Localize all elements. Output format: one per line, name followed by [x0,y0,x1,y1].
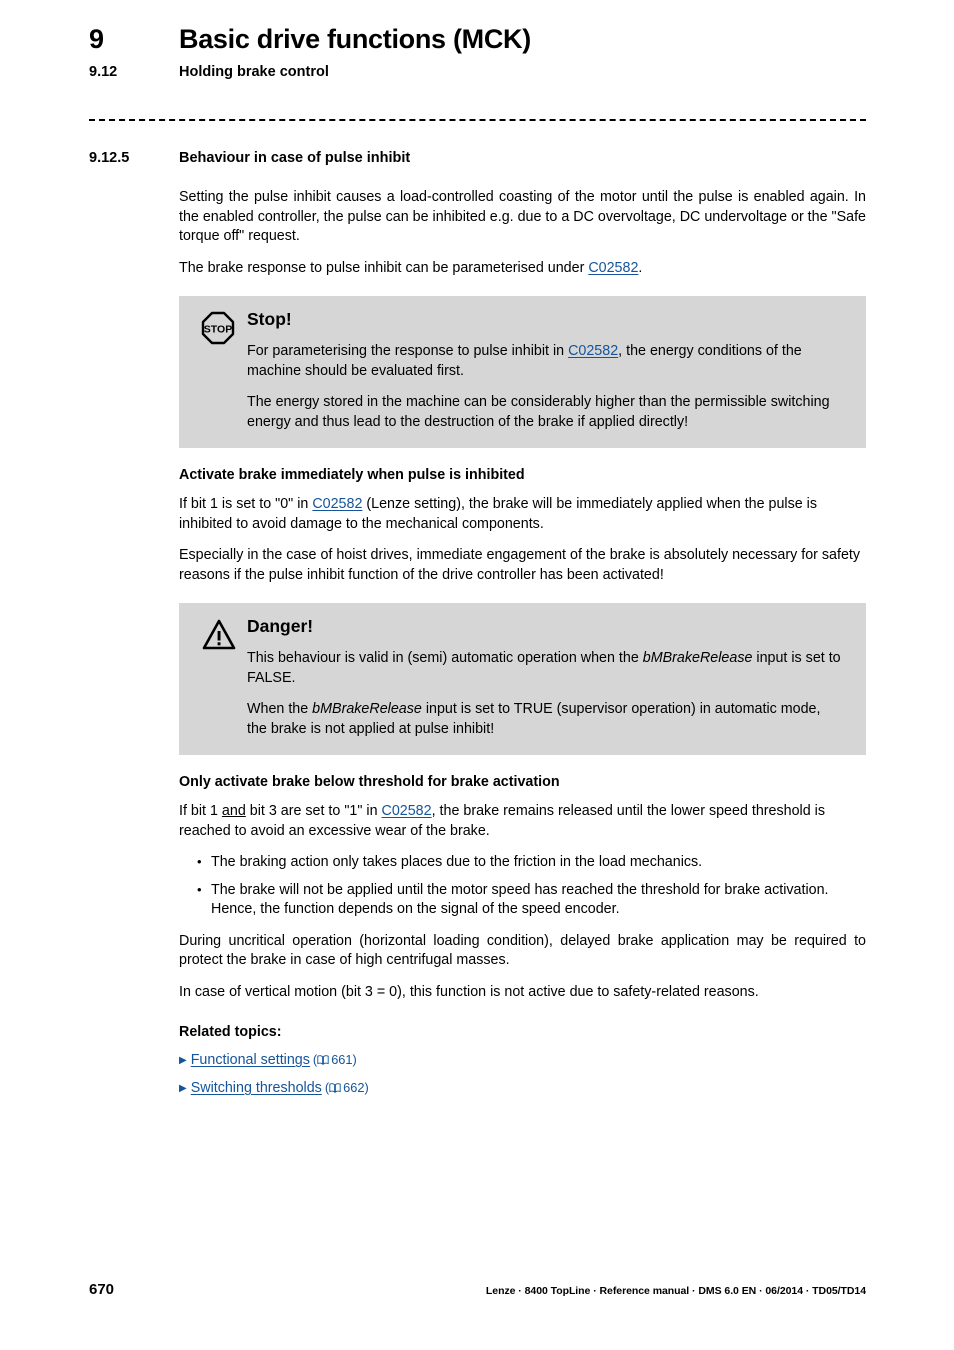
triangle-bullet-icon: ▶ [179,1083,187,1094]
section-title: Holding brake control [179,64,329,80]
list-item: The brake will not be applied until the … [197,880,866,920]
threshold-paragraph-3: In case of vertical motion (bit 3 = 0), … [179,983,759,1000]
page-number: 670 [89,1281,115,1298]
triangle-bullet-icon: ▶ [179,1055,187,1066]
body-column: Setting the pulse inhibit causes a load-… [179,188,866,1098]
danger-p1-pre: This behaviour is valid in (semi) automa… [247,650,643,666]
document-page: 9 Basic drive functions (MCK) 9.12 Holdi… [0,0,954,1350]
related-link-switching-thresholds[interactable]: Switching thresholds [191,1079,322,1098]
immediate-paragraph-1: If bit 1 is set to "0" in C02582 (Lenze … [179,495,866,534]
intro-paragraph-2-pre: The brake response to pulse inhibit can … [179,259,589,276]
list-item[interactable]: ▶ Switching thresholds (662) [179,1078,866,1098]
danger-callout-title: Danger! [247,616,314,636]
threshold-paragraph-2: During uncritical operation (horizontal … [179,932,866,969]
header-section-row: 9.12 Holding brake control [89,64,865,80]
svg-text:STOP: STOP [204,324,232,336]
xref-c02582-intro[interactable]: C02582 [588,260,638,276]
chapter-title: Basic drive functions (MCK) [179,24,531,54]
subsection-title: Behaviour in case of pulse inhibit [179,150,411,166]
immediate-p1-pre: If bit 1 is set to "0" in [179,496,313,512]
threshold-bullet-list: The braking action only takes places due… [179,852,866,920]
stop-callout-paragraph-1: For parameterising the response to pulse… [247,342,844,381]
immediate-paragraph-2: Especially in the case of hoist drives, … [179,547,861,583]
danger-callout-box: Danger! This behaviour is valid in (semi… [179,603,866,755]
related-topics-list: ▶ Functional settings (661) ▶ Switching … [179,1050,866,1098]
page-footer: 670 Lenze · 8400 TopLine · Reference man… [89,1281,866,1298]
danger-p2-italic: bMBrakeRelease [312,701,422,717]
list-item: The braking action only takes places due… [197,852,866,873]
related-topics-heading: Related topics: [179,1024,282,1040]
intro-paragraph-1: Setting the pulse inhibit causes a load-… [179,189,867,244]
threshold-p1-underline: and [221,803,246,819]
stop-callout-body: Stop! For parameterising the response to… [247,309,844,432]
header-divider [89,119,866,121]
header-chapter-row: 9 Basic drive functions (MCK) [89,24,865,55]
section-number: 9.12 [89,64,118,80]
page-content: 9.12.5 Behaviour in case of pulse inhibi… [89,150,866,1106]
subsection-number: 9.12.5 [89,150,130,166]
intro-paragraph-2-post: . [638,259,643,276]
danger-callout-paragraph-2: When the bMBrakeRelease input is set to … [247,700,844,739]
page-reference-number: 662 [343,1080,365,1095]
stop-callout-paragraph-2: The energy stored in the machine can be … [247,394,830,430]
stop-octagon-icon: STOP [201,309,247,432]
warning-triangle-icon [201,616,247,739]
stop-p1-pre: For parameterising the response to pulse… [247,343,569,359]
page-reference: (661) [313,1050,357,1070]
danger-p1-italic: bMBrakeRelease [642,650,753,666]
danger-p2-pre: When the [247,701,313,717]
xref-c02582-threshold[interactable]: C02582 [382,803,432,819]
book-icon [329,1079,341,1098]
stop-callout-title: Stop! [247,309,292,329]
threshold-p1-pre: If bit 1 [179,803,222,819]
threshold-p1-mid: bit 3 are set to "1" in [245,803,382,819]
subsection-heading: 9.12.5 Behaviour in case of pulse inhibi… [89,150,866,166]
stop-callout-box: STOP Stop! For parameterising the respon… [179,296,866,448]
footer-note: Lenze · 8400 TopLine · Reference manual … [485,1285,866,1297]
intro-paragraph-2: The brake response to pulse inhibit can … [179,259,866,279]
xref-c02582-stop[interactable]: C02582 [568,343,618,359]
page-reference: (662) [325,1078,369,1098]
threshold-paragraph-1: If bit 1 and bit 3 are set to "1" in C02… [179,802,866,841]
xref-c02582-immediate[interactable]: C02582 [312,496,362,512]
chapter-number: 9 [89,24,104,54]
page-reference-number: 661 [331,1052,353,1067]
danger-callout-paragraph-1: This behaviour is valid in (semi) automa… [247,649,844,688]
running-header: 9 Basic drive functions (MCK) 9.12 Holdi… [89,24,865,80]
heading-only-activate-below-threshold: Only activate brake below threshold for … [179,774,560,790]
related-link-functional-settings[interactable]: Functional settings [191,1051,310,1070]
book-icon [317,1051,329,1070]
danger-callout-body: Danger! This behaviour is valid in (semi… [247,616,844,739]
list-item[interactable]: ▶ Functional settings (661) [179,1050,866,1070]
heading-activate-brake-immediately: Activate brake immediately when pulse is… [179,467,525,483]
